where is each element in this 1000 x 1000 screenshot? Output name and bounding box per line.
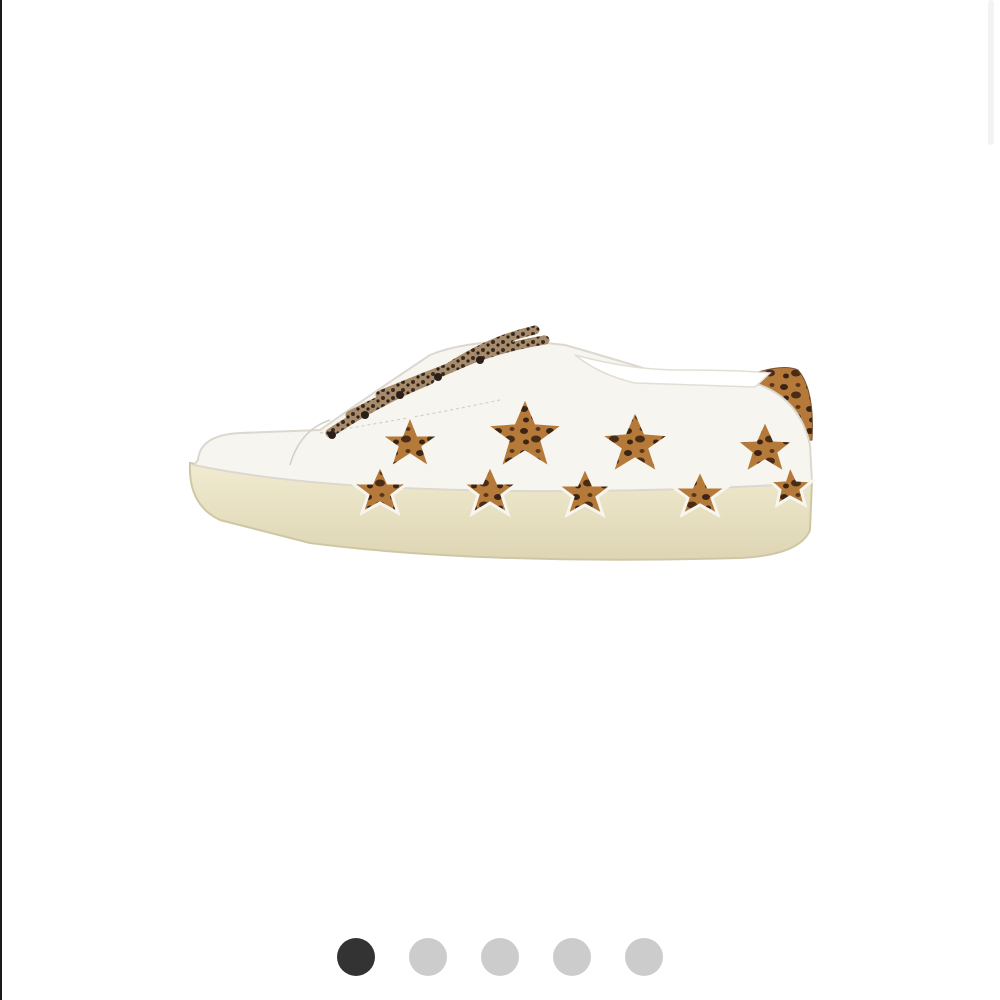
carousel-dot-3[interactable] xyxy=(481,938,519,976)
carousel-dot-5[interactable] xyxy=(625,938,663,976)
carousel-pagination xyxy=(0,937,1000,977)
product-image xyxy=(188,325,816,561)
carousel-dot-1[interactable] xyxy=(337,938,375,976)
upper xyxy=(192,340,814,493)
carousel-dot-4[interactable] xyxy=(553,938,591,976)
image-viewer xyxy=(0,0,1000,1000)
carousel-dot-2[interactable] xyxy=(409,938,447,976)
image-carousel[interactable] xyxy=(0,0,1000,910)
